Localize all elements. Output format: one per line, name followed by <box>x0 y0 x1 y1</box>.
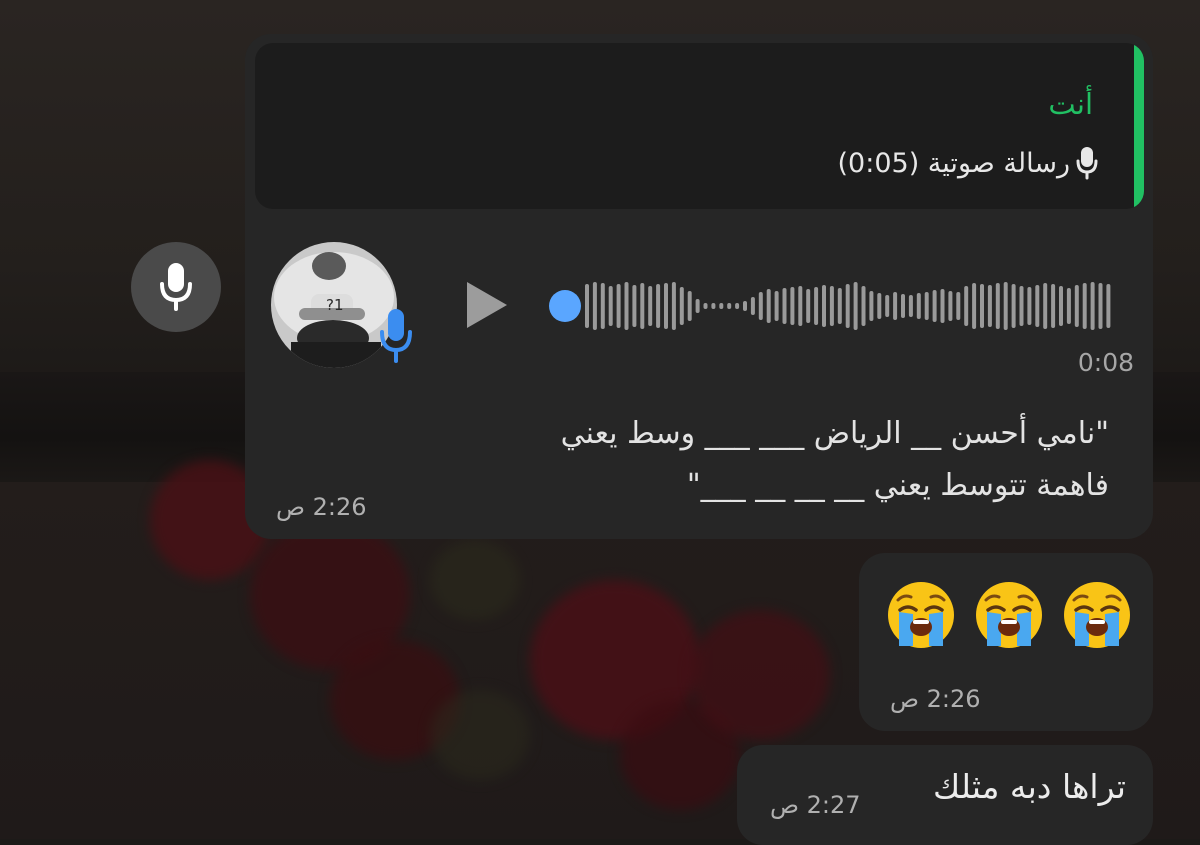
voice-duration: 0:08 <box>1077 348 1134 377</box>
message-time: 2:27 ص <box>770 791 861 819</box>
waveform-bar <box>624 282 629 330</box>
waveform-bar <box>632 285 637 327</box>
waveform-bar <box>695 299 700 313</box>
message-text: تراها دبه مثلك <box>933 767 1126 806</box>
waveform-bar <box>901 294 905 318</box>
voice-transcript: "نامي أحسن __ الرياض ___ ___ وسط يعني فا… <box>319 408 1109 512</box>
waveform-bar <box>1074 285 1079 327</box>
waveform-bar <box>932 290 937 322</box>
waveform-bar <box>648 286 653 326</box>
waveform-bar <box>924 292 929 320</box>
waveform-bar <box>853 282 858 330</box>
waveform-bar <box>964 286 969 326</box>
waveform-bar <box>845 284 850 328</box>
waveform-bar <box>987 285 992 327</box>
quote-author: أنت <box>1048 87 1093 121</box>
waveform-bar <box>711 303 716 309</box>
waveform-bar <box>671 282 676 330</box>
playback-progress-handle[interactable] <box>549 290 581 322</box>
waveform-bar <box>814 287 819 325</box>
waveform-bar <box>664 283 668 329</box>
waveform-bar <box>980 284 984 328</box>
waveform-bar <box>703 303 708 309</box>
waveform-bar <box>995 283 1000 329</box>
waveform-bar <box>735 303 740 309</box>
waveform-bar <box>948 291 953 321</box>
waveform-bar <box>885 295 890 317</box>
loudly-crying-face-icon <box>976 582 1042 648</box>
audio-waveform[interactable] <box>548 272 1116 340</box>
waveform-bar <box>916 293 921 319</box>
waveform-bar <box>1066 288 1071 324</box>
loudly-crying-face-icon <box>888 582 954 648</box>
waveform-bar <box>592 282 597 330</box>
waveform-bar <box>822 285 826 327</box>
play-icon[interactable] <box>463 278 511 332</box>
waveform-bar <box>1106 284 1111 328</box>
waveform-bar <box>1043 283 1048 329</box>
waveform-bar <box>877 293 882 319</box>
mic-icon <box>1076 147 1098 180</box>
voice-mic-icon <box>379 308 413 368</box>
waveform-bar <box>1011 284 1016 328</box>
waveform-bar <box>774 291 779 321</box>
message-time: 2:26 ص <box>890 685 981 713</box>
loudly-crying-face-icon <box>1064 582 1130 648</box>
waveform-bar <box>719 303 724 309</box>
waveform-bar <box>1082 283 1087 329</box>
waveform-bar <box>798 286 803 326</box>
waveform-bar <box>608 286 613 326</box>
emoji-message <box>886 580 1132 650</box>
record-voice-button[interactable] <box>131 242 221 332</box>
transcript-line: فاهمة تتوسط يعني __ __ __ ___" <box>686 468 1109 503</box>
waveform-bar <box>790 287 795 325</box>
waveform-bar <box>1019 286 1024 326</box>
quote-preview: رسالة صوتية (0:05) <box>838 146 1099 180</box>
waveform-bar <box>743 301 747 311</box>
waveform-bar <box>679 287 684 325</box>
message-time: 2:26 ص <box>276 493 367 521</box>
quote-label: رسالة صوتية (0:05) <box>837 147 1071 179</box>
waveform-bar <box>727 303 732 309</box>
waveform-bar <box>766 289 771 323</box>
waveform-bar <box>893 292 898 320</box>
waveform-bar <box>940 289 945 323</box>
waveform-bar <box>1051 284 1056 328</box>
waveform-bar <box>782 288 787 324</box>
waveform-bar <box>1003 282 1008 330</box>
waveform-bar <box>972 283 977 329</box>
waveform-bar <box>956 292 961 320</box>
waveform-bar <box>687 291 692 321</box>
quote-accent-bar <box>1134 43 1144 209</box>
waveform-bar <box>837 288 842 324</box>
waveform-bar <box>600 283 605 329</box>
waveform-bar <box>750 297 755 315</box>
svg-text:?1: ?1 <box>326 296 344 314</box>
mic-icon <box>160 263 192 311</box>
waveform-bar <box>656 284 661 328</box>
waveform-bar <box>1059 286 1063 326</box>
waveform-bar <box>806 289 811 323</box>
text-message-bubble[interactable]: تراها دبه مثلك 2:27 ص <box>737 745 1153 845</box>
transcript-line: "نامي أحسن __ الرياض ___ ___ وسط يعني <box>560 416 1109 451</box>
voice-message-bubble[interactable]: أنت رسالة صوتية (0:05) ?1 0:08 "نامي أحس… <box>245 34 1153 539</box>
waveform-bar <box>829 286 834 326</box>
waveform-bar <box>869 291 874 321</box>
waveform-bar <box>585 284 589 328</box>
emoji-message-bubble[interactable]: 2:26 ص <box>859 553 1153 731</box>
waveform-bar <box>616 284 621 328</box>
waveform-bar <box>1035 285 1040 327</box>
waveform-bar <box>1090 282 1095 330</box>
waveform-bar <box>640 283 645 329</box>
waveform-bar <box>758 292 763 320</box>
waveform-bar <box>861 286 866 326</box>
waveform-bar <box>908 295 913 317</box>
waveform-bar <box>1027 287 1032 325</box>
reply-quote[interactable]: أنت رسالة صوتية (0:05) <box>255 43 1144 209</box>
waveform-bar <box>1098 283 1103 329</box>
